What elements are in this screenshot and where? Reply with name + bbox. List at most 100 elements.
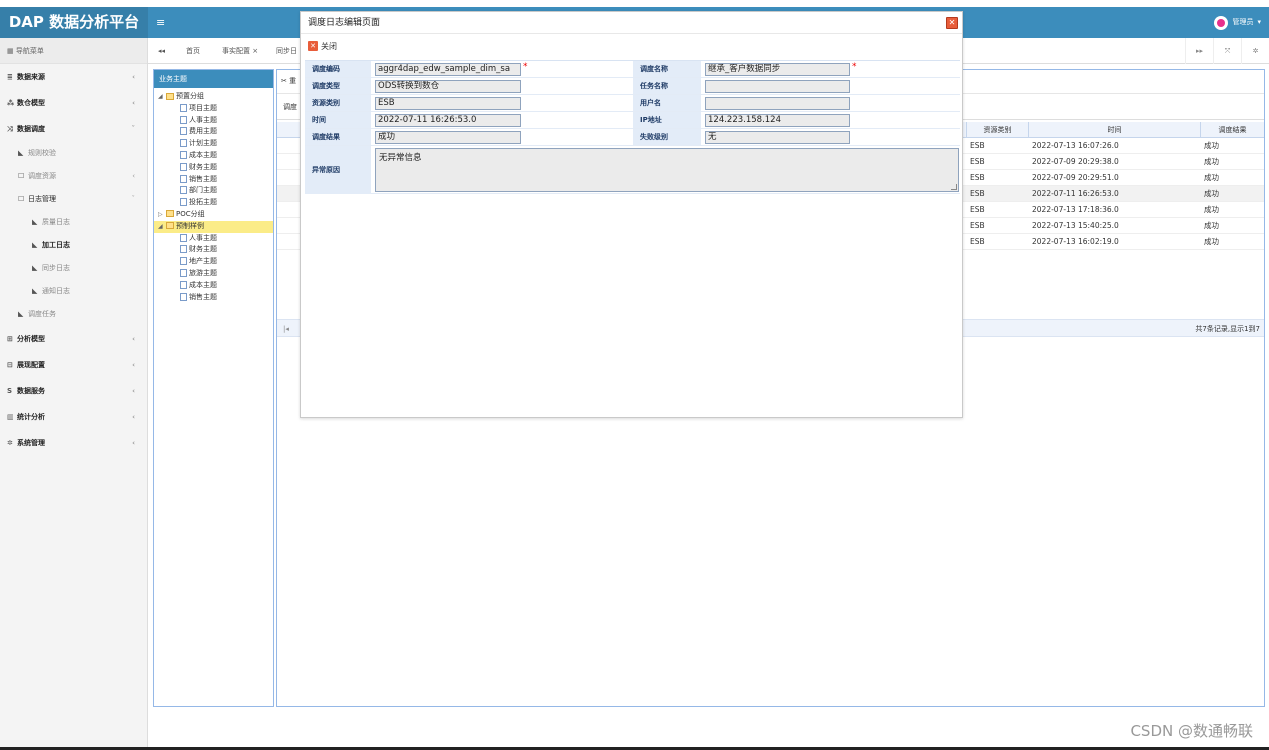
schedule-result-field[interactable]: 成功 <box>375 131 521 144</box>
tree-node[interactable]: 财务主题 <box>154 162 273 174</box>
sidebar-item-analysis-model[interactable]: ⊞ 分析模型 ‹ <box>0 326 147 352</box>
database-icon: ≣ <box>7 73 13 81</box>
expand-icon[interactable]: ◢ <box>158 91 166 103</box>
tree-node-selected[interactable]: ◢ 预制样例 <box>154 220 273 233</box>
ip-address-field[interactable]: 124.223.158.124 <box>705 114 850 127</box>
folder-icon <box>166 222 174 230</box>
file-icon <box>180 233 187 242</box>
username-field[interactable] <box>705 97 850 110</box>
app-title[interactable]: DAP 数据分析平台 <box>0 7 148 38</box>
chevron-left-icon: ‹ <box>132 387 135 395</box>
tree-node[interactable]: ▷ POC分组 <box>154 209 273 221</box>
tree-node[interactable]: 人事主题 <box>154 233 273 245</box>
tab-scroll-left-icon[interactable]: ◂◂ <box>158 38 165 64</box>
tools-icon[interactable]: ✂ <box>281 77 289 85</box>
failure-level-field[interactable]: 无 <box>705 131 850 144</box>
tree-node[interactable]: 部门主题 <box>154 185 273 197</box>
edit-form: 调度编码 aggr4dap_edw_sample_dim_sa * 调度名称 继… <box>305 60 960 194</box>
schedule-code-field[interactable]: aggr4dap_edw_sample_dim_sa <box>375 63 521 76</box>
tree-node[interactable]: 成本主题 <box>154 150 273 162</box>
layout-icon: ⊟ <box>7 361 13 369</box>
tree-node[interactable]: 销售主题 <box>154 174 273 186</box>
user-menu[interactable]: 管理员 ▾ <box>1214 7 1261 38</box>
dialog-toolbar: ✕ 关闭 <box>301 34 962 58</box>
close-icon[interactable]: ✕ <box>946 17 958 29</box>
sidebar-item-process-log[interactable]: ◣ 加工日志 <box>0 234 147 257</box>
resource-type-field[interactable]: ESB <box>375 97 521 110</box>
bar-chart-icon: ▥ <box>7 413 14 421</box>
error-reason-textarea[interactable]: 无异常信息 <box>375 148 959 192</box>
sidebar-item-data-source[interactable]: ≣ 数据来源 ‹ <box>0 64 147 90</box>
schedule-log-edit-dialog: 调度日志编辑页面 ✕ ✕ 关闭 调度编码 aggr4dap_edw_sample… <box>300 11 963 418</box>
sidebar-item-dw-model[interactable]: ⁂ 数仓模型 ‹ <box>0 90 147 116</box>
gear-icon: ✲ <box>7 439 13 447</box>
schedule-type-field[interactable]: ODS转换到数仓 <box>375 80 521 93</box>
folder-icon <box>166 210 174 218</box>
dollar-icon: S <box>7 387 13 395</box>
time-field[interactable]: 2022-07-11 16:26:53.0 <box>375 114 521 127</box>
column-header[interactable]: 时间 <box>1028 122 1200 138</box>
sidebar-item-statistics[interactable]: ▥ 统计分析 ‹ <box>0 404 147 430</box>
watermark: CSDN @数通畅联 <box>1130 722 1253 740</box>
collapse-icon[interactable]: ▷ <box>158 209 166 221</box>
file-icon <box>180 198 187 207</box>
tree-title: 业务主题 <box>154 70 273 88</box>
avatar <box>1214 15 1229 30</box>
sidebar-item-schedule-resource[interactable]: ☐ 调度资源 ‹ <box>0 165 147 188</box>
close-button[interactable]: 关闭 <box>321 41 337 52</box>
field-label: 调度结果 <box>305 129 371 145</box>
chevron-left-icon: ‹ <box>132 73 135 81</box>
tab-fact-config[interactable]: 事实配置 × <box>222 38 258 64</box>
field-label: 调度类型 <box>305 78 371 94</box>
tree-node[interactable]: 费用主题 <box>154 126 273 138</box>
task-name-field[interactable] <box>705 80 850 93</box>
sidebar-item-data-service[interactable]: S 数据服务 ‹ <box>0 378 147 404</box>
sidebar-item-log-management[interactable]: ☐ 日志管理 ˇ <box>0 188 147 211</box>
chevron-down-icon: ˇ <box>131 195 136 203</box>
sidebar: ▦ 导航菜单 ≣ 数据来源 ‹ ⁂ 数仓模型 ‹ ⤨ 数据调度 ˇ ◣ 规则校验 ☐ 调度资源 ‹… <box>0 38 148 750</box>
gear-icon[interactable]: ✲ <box>1241 38 1269 64</box>
tree-node[interactable]: 计划主题 <box>154 138 273 150</box>
fullscreen-icon[interactable]: ⤧ <box>1213 38 1241 64</box>
tree-node[interactable]: 人事主题 <box>154 115 273 127</box>
close-icon[interactable]: ✕ <box>308 41 318 51</box>
tree-node[interactable]: 地产主题 <box>154 256 273 268</box>
required-mark: * <box>852 62 857 72</box>
field-label: 任务名称 <box>633 78 701 94</box>
column-header[interactable]: 调度结果 <box>1200 122 1264 138</box>
sidebar-item-rule-check[interactable]: ◣ 规则校验 <box>0 142 147 165</box>
tab-home[interactable]: 首页 <box>186 38 200 64</box>
shuffle-icon: ⤨ <box>7 125 13 133</box>
sidebar-item-notify-log[interactable]: ◣ 通知日志 <box>0 280 147 303</box>
tree-node[interactable]: 销售主题 <box>154 292 273 304</box>
tree-node[interactable]: 项目主题 <box>154 103 273 115</box>
tree-node[interactable]: ◢ 预置分组 <box>154 91 273 103</box>
tab-sync-log[interactable]: 同步日 <box>276 38 297 64</box>
tree-node[interactable]: 成本主题 <box>154 280 273 292</box>
field-label: 用户名 <box>633 95 701 111</box>
grid-icon: ▦ <box>7 47 16 55</box>
tag-icon: ◣ <box>32 287 38 295</box>
sidebar-item-quality-log[interactable]: ◣ 质量日志 <box>0 211 147 234</box>
expand-icon[interactable]: ◢ <box>158 221 166 233</box>
sidebar-item-sync-log[interactable]: ◣ 同步日志 <box>0 257 147 280</box>
file-icon <box>180 115 187 124</box>
field-label: 失败级别 <box>633 129 701 145</box>
schedule-name-field[interactable]: 继承_客户数据同步 <box>705 63 850 76</box>
column-header[interactable]: 资源类别 <box>966 122 1028 138</box>
resize-handle-icon[interactable] <box>951 184 957 190</box>
sidebar-item-schedule-task[interactable]: ◣ 调度任务 <box>0 303 147 326</box>
field-label: 时间 <box>305 112 371 128</box>
sidebar-item-scheduling[interactable]: ⤨ 数据调度 ˇ <box>0 116 147 142</box>
sidebar-item-system-management[interactable]: ✲ 系统管理 ‹ <box>0 430 147 456</box>
tab-scroll-right-icon[interactable]: ▸▸ <box>1185 38 1213 64</box>
first-page-icon[interactable]: |◂ <box>283 320 289 338</box>
tag-icon: ◣ <box>32 218 38 226</box>
sidebar-item-display-config[interactable]: ⊟ 展现配置 ‹ <box>0 352 147 378</box>
tree-node[interactable]: 财务主题 <box>154 244 273 256</box>
menu-toggle-icon[interactable]: ≡ <box>156 7 165 38</box>
tree-node[interactable]: 投拓主题 <box>154 197 273 209</box>
dialog-title: 调度日志编辑页面 <box>301 12 962 34</box>
tree-node[interactable]: 旅游主题 <box>154 268 273 280</box>
sitemap-icon: ⊞ <box>7 335 13 343</box>
